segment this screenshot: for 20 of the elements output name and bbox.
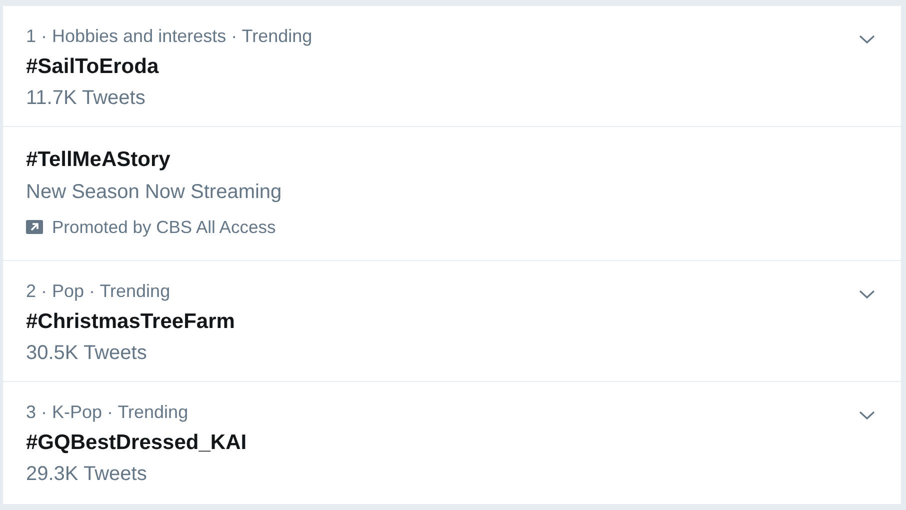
- tweet-count: 11.7K Tweets: [26, 86, 146, 111]
- promoted-label: Promoted by CBS All Access: [52, 216, 276, 239]
- tweet-count: 29.3K Tweets: [26, 462, 147, 487]
- promo-description: New Season Now Streaming: [26, 180, 282, 205]
- trend-context: 3 · K-Pop · Trending: [26, 401, 188, 424]
- promoted-icon: [26, 220, 43, 234]
- trend-item[interactable]: 3 · K-Pop · Trending #GQBestDressed_KAI 29.3K Tweets: [3, 382, 901, 504]
- trend-item[interactable]: 2 · Pop · Trending #ChristmasTreeFarm 30.5K Tweets: [3, 261, 901, 381]
- trend-name: #ChristmasTreeFarm: [26, 309, 235, 335]
- trend-item[interactable]: 1 · Hobbies and interests · Trending #SailToEroda 11.7K Tweets: [3, 6, 901, 126]
- chevron-down-icon[interactable]: [859, 35, 875, 44]
- trend-context: 1 · Hobbies and interests · Trending: [26, 25, 312, 48]
- chevron-down-icon[interactable]: [859, 411, 875, 420]
- trend-context: 2 · Pop · Trending: [26, 280, 170, 303]
- trend-name: #GQBestDressed_KAI: [26, 430, 247, 456]
- trend-name: #SailToEroda: [26, 54, 159, 80]
- trend-name: #TellMeAStory: [26, 147, 170, 173]
- chevron-down-icon[interactable]: [859, 290, 875, 299]
- tweet-count: 30.5K Tweets: [26, 341, 147, 366]
- promoted-trend-item[interactable]: #TellMeAStory New Season Now Streaming Promoted by CBS All Access: [3, 127, 901, 260]
